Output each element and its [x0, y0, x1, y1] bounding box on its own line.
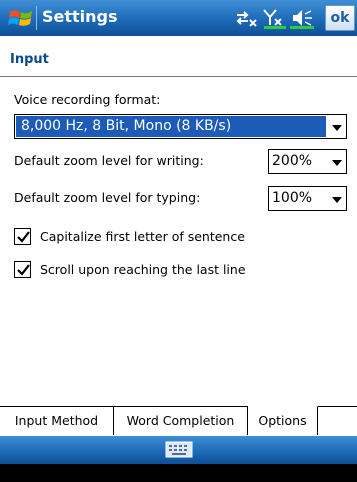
- scroll-label[interactable]: Scroll upon reaching the last line: [40, 262, 246, 277]
- voice-format-select[interactable]: 8,000 Hz, 8 Bit, Mono (8 KB/s): [14, 114, 347, 139]
- connectivity-icon[interactable]: [234, 7, 260, 29]
- zoom-writing-select[interactable]: 200%: [268, 149, 347, 174]
- ok-button[interactable]: ok: [325, 5, 355, 31]
- keyboard-icon[interactable]: [165, 440, 193, 460]
- zoom-typing-select[interactable]: 100%: [268, 186, 347, 211]
- checkmark-icon: [17, 231, 30, 243]
- scroll-checkbox[interactable]: [14, 261, 31, 278]
- chevron-down-icon[interactable]: [332, 160, 342, 166]
- title-separator: [36, 6, 37, 30]
- app-title: Settings: [42, 7, 118, 26]
- capitalize-label[interactable]: Capitalize first letter of sentence: [40, 229, 245, 244]
- zoom-writing-label: Default zoom level for writing:: [14, 153, 204, 168]
- section-divider: [0, 76, 357, 77]
- voice-format-value: 8,000 Hz, 8 Bit, Mono (8 KB/s): [21, 118, 232, 134]
- chevron-down-icon[interactable]: [332, 197, 342, 203]
- volume-icon[interactable]: [290, 7, 316, 29]
- bottom-bar: [0, 436, 357, 464]
- zoom-typing-value: 100%: [272, 190, 313, 206]
- capitalize-checkbox[interactable]: [14, 228, 31, 245]
- title-bar: Settings ok: [0, 0, 357, 36]
- tab-options[interactable]: Options: [248, 406, 318, 435]
- zoom-writing-value: 200%: [272, 153, 313, 169]
- voice-format-label: Voice recording format:: [14, 92, 161, 107]
- signal-icon[interactable]: [262, 7, 288, 29]
- tab-word-completion[interactable]: Word Completion: [114, 406, 248, 435]
- zoom-typing-label: Default zoom level for typing:: [14, 190, 201, 205]
- chevron-down-icon[interactable]: [332, 125, 342, 131]
- tab-input-method[interactable]: Input Method: [0, 406, 114, 435]
- section-header: Input: [10, 52, 49, 67]
- checkmark-icon: [17, 264, 30, 276]
- tab-strip: Input Method Word Completion Options: [0, 406, 357, 436]
- windows-flag-icon[interactable]: [8, 6, 34, 30]
- bottom-edge: [0, 464, 357, 482]
